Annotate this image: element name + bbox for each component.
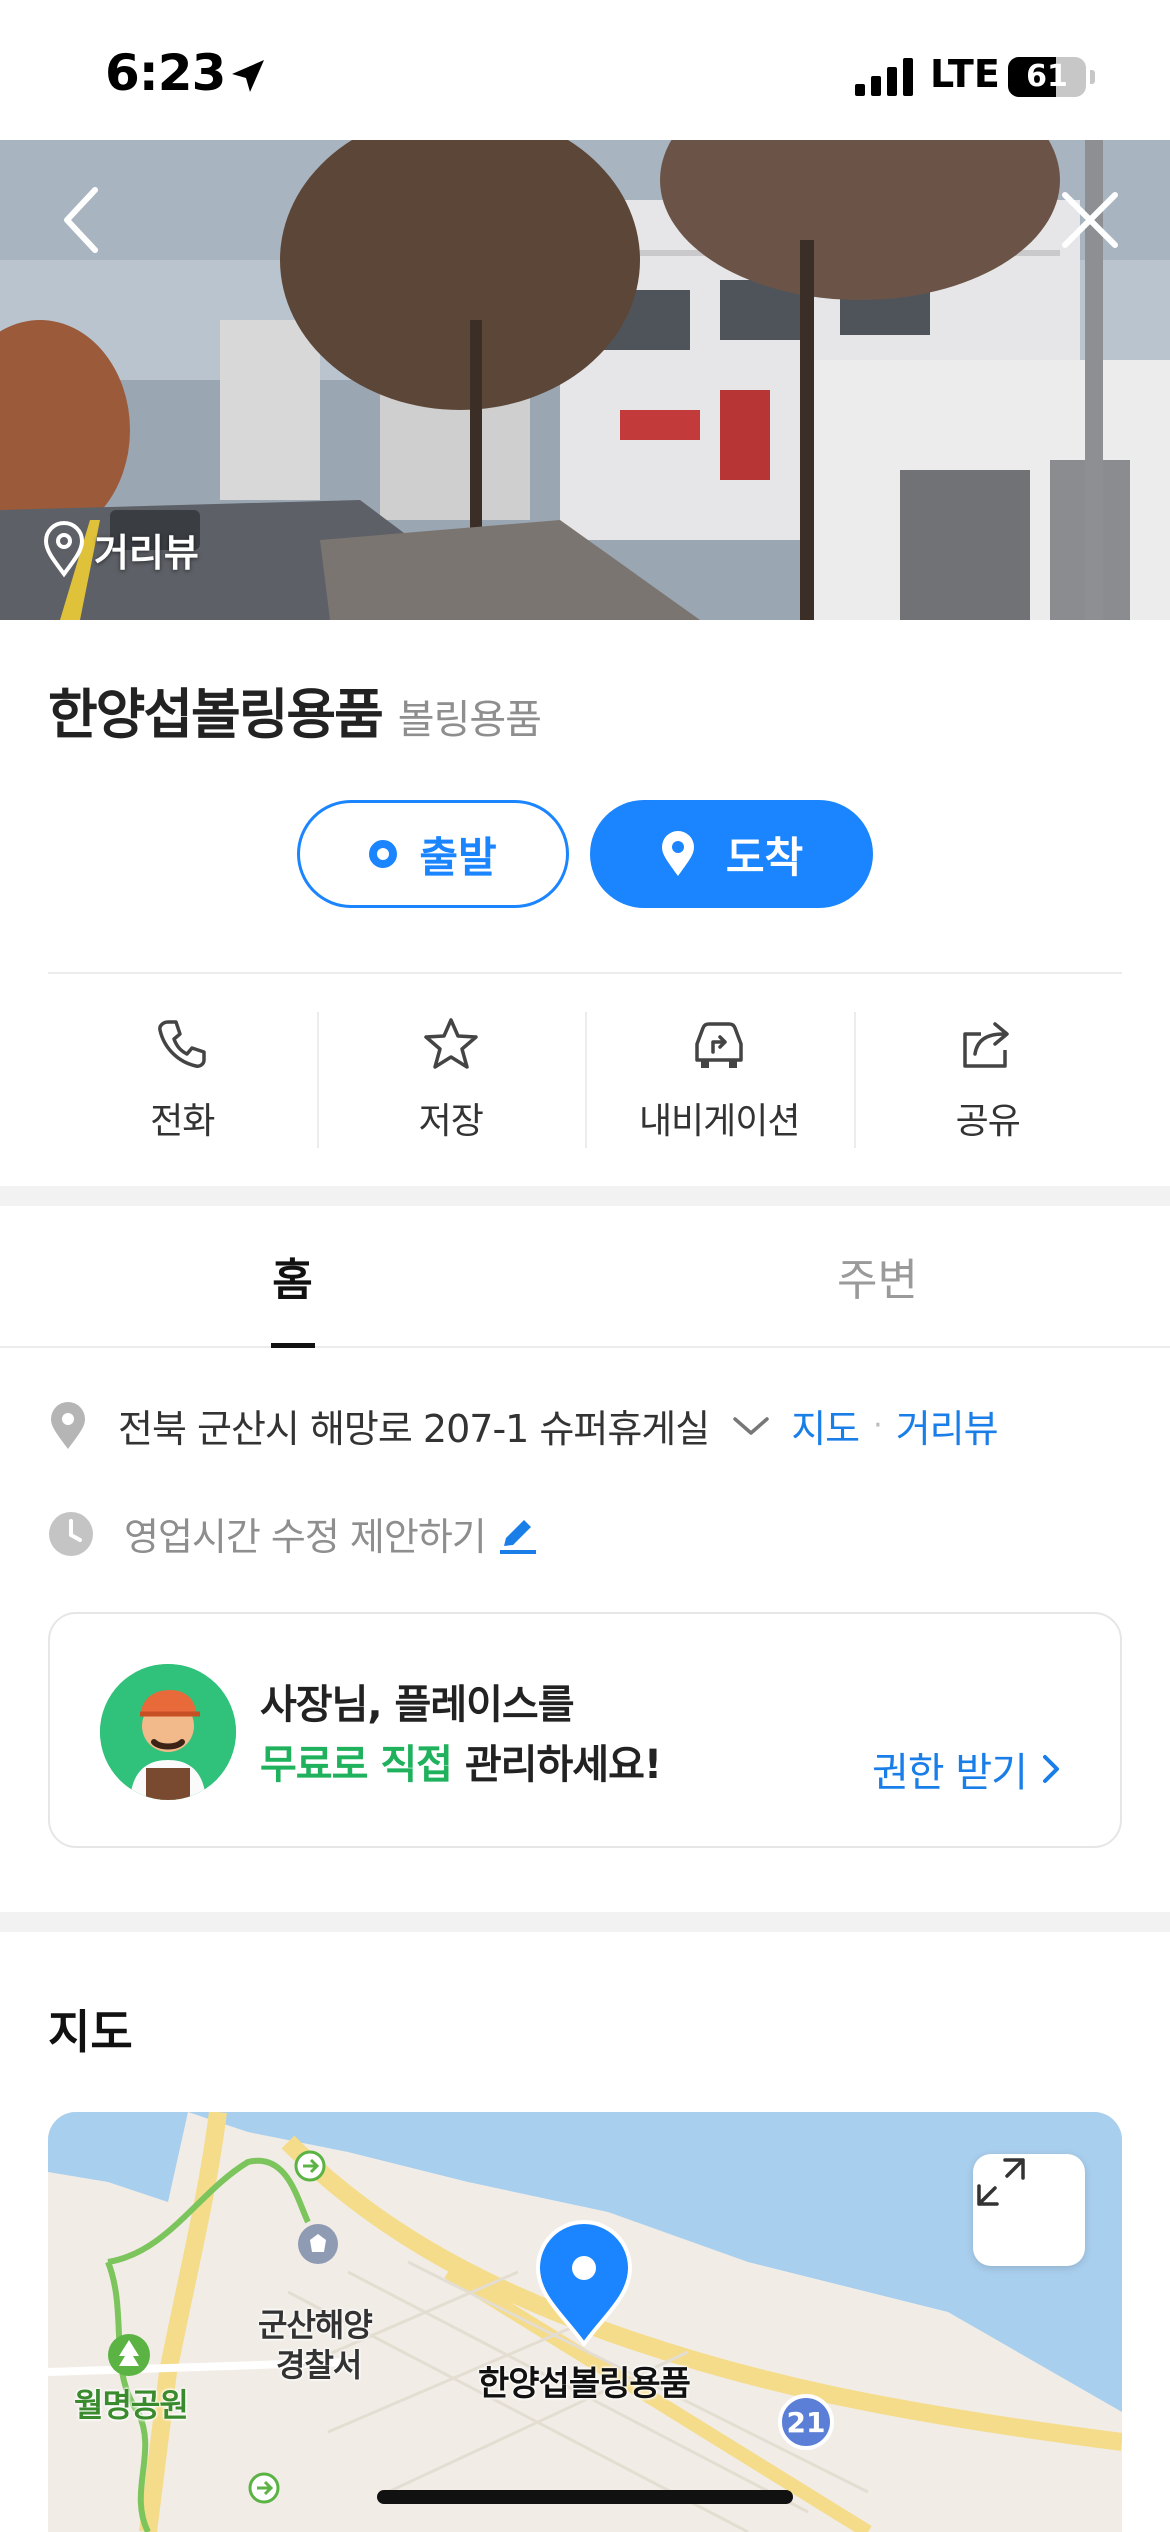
tab-bar: 홈 주변 (0, 1206, 1170, 1348)
street-view-photo[interactable]: 거리뷰 (0, 140, 1170, 620)
map-label-park: 월명공원 (74, 2386, 189, 2424)
signal-icon (855, 58, 913, 96)
section-divider (0, 1912, 1170, 1932)
expand-map-button[interactable] (973, 2154, 1085, 2266)
status-time: 6:23 (105, 44, 226, 102)
origin-dot-icon (369, 840, 398, 868)
call-button[interactable]: 전화 (48, 1000, 317, 1160)
arrive-button[interactable]: 도착 (590, 800, 873, 908)
address-text: 전북 군산시 해망로 207-1 슈퍼휴게실 (118, 1407, 710, 1451)
location-pin-icon (51, 1401, 85, 1449)
star-icon (424, 1018, 478, 1069)
direction-arrow-icon (294, 2150, 326, 2182)
car-navigation-icon (695, 1022, 743, 1068)
home-indicator[interactable] (377, 2490, 793, 2504)
action-row: 전화 저장 내비게이션 공유 (48, 1000, 1122, 1160)
park-icon (108, 2334, 150, 2376)
owner-promo-card[interactable]: 사장님, 플레이스를 무료로 직접 관리하세요! 권한 받기 (48, 1612, 1122, 1848)
place-name: 한양섭볼링용품 (48, 683, 384, 746)
save-label: 저장 (418, 1101, 484, 1142)
owner-promo-rest: 관리하세요! (464, 1742, 662, 1788)
divider (48, 972, 1122, 974)
depart-button[interactable]: 출발 (297, 800, 569, 908)
save-button[interactable]: 저장 (316, 1000, 586, 1160)
map-section-title: 지도 (48, 2005, 133, 2059)
clock-icon (49, 1511, 93, 1556)
tab-nearby[interactable]: 주변 (585, 1206, 1170, 1346)
hours-row[interactable]: 영업시간 수정 제안하기 (48, 1506, 540, 1561)
map-link[interactable]: 지도 (791, 1398, 860, 1453)
owner-promo-line1: 사장님, 플레이스를 (260, 1682, 575, 1728)
claim-ownership-label: 권한 받기 (872, 1750, 1028, 1796)
battery-icon: 61 (1008, 57, 1086, 97)
roadview-label: 거리뷰 (94, 530, 199, 575)
place-category: 볼링용품 (397, 697, 542, 743)
police-station-icon (298, 2224, 338, 2264)
close-icon[interactable] (1055, 185, 1125, 255)
road-number-badge: 21 (778, 2394, 834, 2450)
navigation-label: 내비게이션 (638, 1101, 801, 1142)
chevron-right-icon (1042, 1755, 1059, 1783)
share-label: 공유 (955, 1101, 1021, 1142)
map-label-police-line2: 경찰서 (276, 2346, 362, 2384)
map-pin-outline-icon (43, 521, 85, 578)
network-type: LTE (930, 52, 1000, 96)
roadview-button[interactable]: 거리뷰 (42, 520, 199, 578)
map-preview[interactable]: 군산해양 경찰서 월명공원 한양섭볼링용품 21 (48, 2112, 1122, 2532)
phone-icon (158, 1020, 206, 1068)
map-label-place: 한양섭볼링용품 (478, 2364, 691, 2404)
share-button[interactable]: 공유 (853, 1000, 1123, 1160)
share-icon (963, 1022, 1009, 1068)
location-pin-icon (661, 831, 694, 876)
navigation-button[interactable]: 내비게이션 (585, 1000, 854, 1160)
arrive-label: 도착 (725, 832, 804, 882)
section-divider (0, 1186, 1170, 1206)
chevron-down-icon[interactable] (731, 1411, 771, 1441)
depart-label: 출발 (419, 832, 497, 882)
expand-icon (977, 2158, 1025, 2206)
battery-tip (1090, 70, 1095, 84)
hours-suggest-text: 영업시간 수정 제안하기 (124, 1515, 487, 1559)
status-bar: 6:23 LTE 61 (0, 0, 1170, 140)
roadview-link[interactable]: 거리뷰 (896, 1398, 999, 1453)
owner-illustration (100, 1664, 236, 1800)
selected-place-pin-icon (535, 2220, 633, 2346)
location-arrow-icon (232, 60, 264, 92)
owner-promo-highlight: 무료로 직접 (260, 1742, 453, 1788)
battery-percent: 61 (1026, 59, 1068, 94)
place-header: 한양섭볼링용품 볼링용품 (48, 670, 542, 749)
address-row: 전북 군산시 해망로 207-1 슈퍼휴게실 지도 · 거리뷰 (48, 1398, 999, 1453)
owner-promo-line2: 무료로 직접 관리하세요! (260, 1732, 662, 1790)
pencil-icon (499, 1519, 536, 1554)
claim-ownership-link[interactable]: 권한 받기 (872, 1740, 1065, 1798)
call-label: 전화 (150, 1101, 215, 1142)
tab-home[interactable]: 홈 (0, 1206, 585, 1346)
direction-arrow-icon (248, 2472, 280, 2504)
back-icon[interactable] (55, 180, 115, 260)
link-separator: · (873, 1408, 882, 1443)
